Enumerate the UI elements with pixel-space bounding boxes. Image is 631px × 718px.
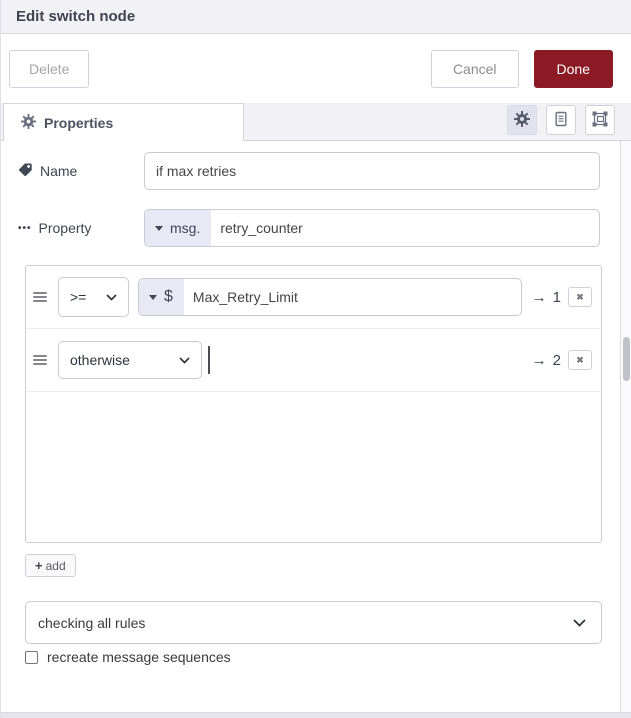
dialog-button-bar: Delete Cancel Done	[1, 35, 631, 103]
dialog-header: Edit switch node	[1, 0, 631, 34]
rule-2-operator-value: otherwise	[70, 352, 130, 368]
property-type-label: msg.	[170, 220, 201, 236]
caret-down-icon	[155, 225, 163, 231]
close-icon: ✖	[576, 354, 584, 365]
property-value[interactable]: retry_counter	[211, 210, 599, 246]
tab-properties[interactable]: Properties	[3, 103, 244, 141]
rules-list: >= $ Max_Retry_Limit → 1 ✖ otherwise → 2…	[25, 265, 602, 543]
tag-icon	[18, 162, 33, 180]
caret-down-icon	[149, 294, 157, 300]
property-label: ••• Property	[18, 220, 144, 236]
rule-row-2: otherwise → 2 ✖	[26, 329, 601, 392]
dialog-title: Edit switch node	[16, 8, 136, 25]
appearance-tab-button[interactable]	[585, 105, 615, 135]
tab-bar: Properties	[1, 103, 631, 141]
chevron-down-icon	[179, 356, 190, 364]
properties-tab-button[interactable]	[507, 105, 537, 135]
done-button[interactable]: Done	[533, 50, 613, 88]
recreate-sequences-label: recreate message sequences	[47, 649, 231, 665]
gear-icon	[514, 110, 530, 130]
name-label-text: Name	[40, 163, 78, 179]
rule-2-operator-select[interactable]: otherwise	[58, 341, 202, 379]
text-cursor	[208, 346, 210, 374]
vertical-scrollbar[interactable]	[620, 141, 631, 712]
recreate-sequences-checkbox[interactable]	[25, 650, 38, 664]
ellipsis-icon: •••	[18, 222, 32, 234]
rule-row-1: >= $ Max_Retry_Limit → 1 ✖	[26, 266, 601, 329]
property-label-text: Property	[38, 220, 92, 236]
name-row: Name	[18, 151, 600, 191]
rule-1-output-port: → 1	[532, 289, 561, 306]
plus-icon: +	[35, 558, 43, 573]
name-input[interactable]	[144, 152, 600, 190]
edit-switch-node-dialog: Edit switch node Delete Cancel Done Prop…	[0, 0, 631, 718]
object-group-icon	[592, 111, 608, 130]
arrow-right-icon: →	[531, 288, 547, 306]
rule-2-output-port: → 2	[532, 352, 561, 369]
delete-button[interactable]: Delete	[9, 50, 90, 88]
arrow-right-icon: →	[531, 351, 547, 369]
close-icon: ✖	[576, 291, 584, 302]
property-typed-input[interactable]: msg. retry_counter	[144, 209, 600, 247]
chevron-down-icon	[573, 618, 586, 627]
rule-1-value-type-button[interactable]: $	[139, 279, 184, 315]
name-label: Name	[18, 162, 144, 180]
bottom-resize-bar	[1, 712, 631, 718]
chevron-down-icon	[106, 293, 117, 301]
rule-1-remove-button[interactable]: ✖	[568, 287, 592, 307]
rule-2-output-number: 2	[552, 351, 561, 369]
drag-handle-icon[interactable]	[33, 355, 47, 365]
drag-handle-icon[interactable]	[33, 292, 47, 302]
rule-2-remove-button[interactable]: ✖	[568, 350, 592, 370]
rule-1-value-type-label: $	[164, 288, 173, 305]
tab-properties-label: Properties	[44, 114, 114, 131]
add-rule-button[interactable]: + add	[25, 554, 76, 577]
gear-icon	[21, 113, 36, 132]
rule-1-output-number: 1	[552, 288, 561, 306]
document-icon	[553, 111, 569, 130]
property-row: ••• Property msg. retry_counter	[18, 209, 600, 247]
recreate-sequences-row: recreate message sequences	[25, 649, 231, 665]
rule-1-operator-select[interactable]: >=	[58, 277, 129, 317]
rule-mode-select[interactable]: checking all rules	[25, 601, 602, 644]
rule-1-value[interactable]: Max_Retry_Limit	[184, 279, 521, 315]
tab-action-buttons	[507, 105, 615, 135]
rule-mode-value: checking all rules	[38, 614, 146, 631]
add-rule-label: add	[45, 558, 66, 573]
description-tab-button[interactable]	[546, 105, 576, 135]
rule-1-operator-value: >=	[70, 289, 87, 305]
scrollbar-thumb[interactable]	[623, 337, 630, 381]
rule-1-value-input[interactable]: $ Max_Retry_Limit	[138, 278, 522, 316]
cancel-button[interactable]: Cancel	[430, 50, 519, 88]
property-type-button[interactable]: msg.	[145, 210, 212, 246]
